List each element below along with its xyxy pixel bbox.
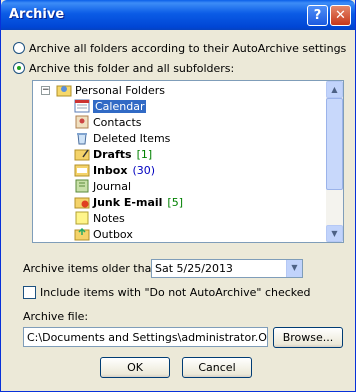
archive-date-value: Sat 5/25/2013 bbox=[155, 262, 233, 275]
tree-root[interactable]: − Personal Folders bbox=[41, 82, 165, 98]
archive-date-dropdown[interactable]: Sat 5/25/2013 ▼ bbox=[151, 259, 303, 278]
notes-icon bbox=[75, 211, 89, 225]
contacts-icon bbox=[75, 115, 89, 129]
folder-label: Contacts bbox=[93, 115, 142, 129]
dialog-title: Archive bbox=[9, 7, 65, 22]
close-button[interactable]: ✕ bbox=[330, 5, 351, 26]
unread-count: (30) bbox=[132, 163, 156, 177]
title-bar[interactable]: Archive ? ✕ bbox=[1, 0, 355, 30]
chevron-down-icon[interactable]: ▼ bbox=[286, 260, 302, 277]
collapse-icon[interactable]: − bbox=[41, 85, 50, 95]
folder-item-journal[interactable]: Journal bbox=[74, 178, 131, 194]
tree-scrollbar[interactable]: ▲ ▼ bbox=[326, 81, 343, 242]
folder-label: Calendar bbox=[93, 99, 147, 113]
folder-label: Drafts bbox=[93, 147, 132, 161]
folder-label: Notes bbox=[93, 211, 125, 225]
scroll-down-button[interactable]: ▼ bbox=[326, 225, 343, 242]
archive-dialog: Archive ? ✕ Archive all folders accordin… bbox=[0, 0, 356, 392]
browse-button[interactable]: Browse... bbox=[273, 327, 343, 348]
folder-item-notes[interactable]: Notes bbox=[74, 210, 125, 226]
folder-item-inbox[interactable]: Inbox (30) bbox=[74, 162, 155, 178]
calendar-icon bbox=[74, 99, 90, 113]
folder-label: Junk E-mail bbox=[93, 195, 163, 209]
archive-this-radio[interactable] bbox=[13, 62, 25, 74]
archive-all-label: Archive all folders according to their A… bbox=[29, 41, 347, 55]
archive-this-label: Archive this folder and all subfolders: bbox=[29, 61, 235, 75]
outbox-icon bbox=[74, 227, 90, 241]
ok-button[interactable]: OK bbox=[100, 357, 170, 378]
unread-count: [1] bbox=[136, 147, 153, 161]
junk-icon bbox=[74, 197, 90, 209]
archive-file-value: C:\Documents and Settings\administrator.… bbox=[27, 331, 267, 344]
folder-item-calendar[interactable]: Calendar bbox=[74, 98, 147, 114]
tree-root-label: Personal Folders bbox=[75, 83, 165, 97]
trash-icon bbox=[77, 133, 87, 145]
scroll-up-button[interactable]: ▲ bbox=[326, 81, 343, 98]
drafts-icon bbox=[74, 149, 90, 161]
folder-label: Inbox bbox=[93, 163, 128, 177]
folder-item-junk-e-mail[interactable]: Junk E-mail [5] bbox=[74, 194, 183, 210]
include-no-autoarchive-checkbox[interactable] bbox=[23, 286, 36, 299]
archive-all-option[interactable]: Archive all folders according to their A… bbox=[13, 40, 346, 56]
archive-file-input[interactable]: C:\Documents and Settings\administrator.… bbox=[23, 327, 268, 347]
personal-folders-icon bbox=[56, 85, 72, 97]
folder-item-deleted-items[interactable]: Deleted Items bbox=[74, 130, 170, 146]
folder-item-outbox[interactable]: Outbox bbox=[74, 226, 133, 242]
folder-item-drafts[interactable]: Drafts [1] bbox=[74, 146, 152, 162]
journal-icon bbox=[75, 179, 89, 193]
archive-all-radio[interactable] bbox=[13, 42, 25, 54]
archive-older-label: Archive items older than: bbox=[23, 262, 162, 275]
archive-file-label: Archive file: bbox=[23, 310, 89, 323]
folder-label: Outbox bbox=[93, 227, 133, 241]
folder-label: Deleted Items bbox=[93, 131, 171, 145]
include-no-autoarchive-label: Include items with "Do not AutoArchive" … bbox=[40, 286, 311, 299]
help-button[interactable]: ? bbox=[307, 5, 328, 26]
folder-item-contacts[interactable]: Contacts bbox=[74, 114, 142, 130]
folder-tree[interactable]: − Personal Folders Calendar Contacts Delet… bbox=[32, 80, 344, 243]
archive-this-option[interactable]: Archive this folder and all subfolders: bbox=[13, 60, 234, 76]
folder-label: Journal bbox=[93, 179, 132, 193]
cancel-button[interactable]: Cancel bbox=[182, 357, 252, 378]
inbox-icon bbox=[74, 164, 90, 177]
unread-count: [5] bbox=[167, 195, 183, 209]
scroll-thumb[interactable] bbox=[326, 98, 343, 190]
